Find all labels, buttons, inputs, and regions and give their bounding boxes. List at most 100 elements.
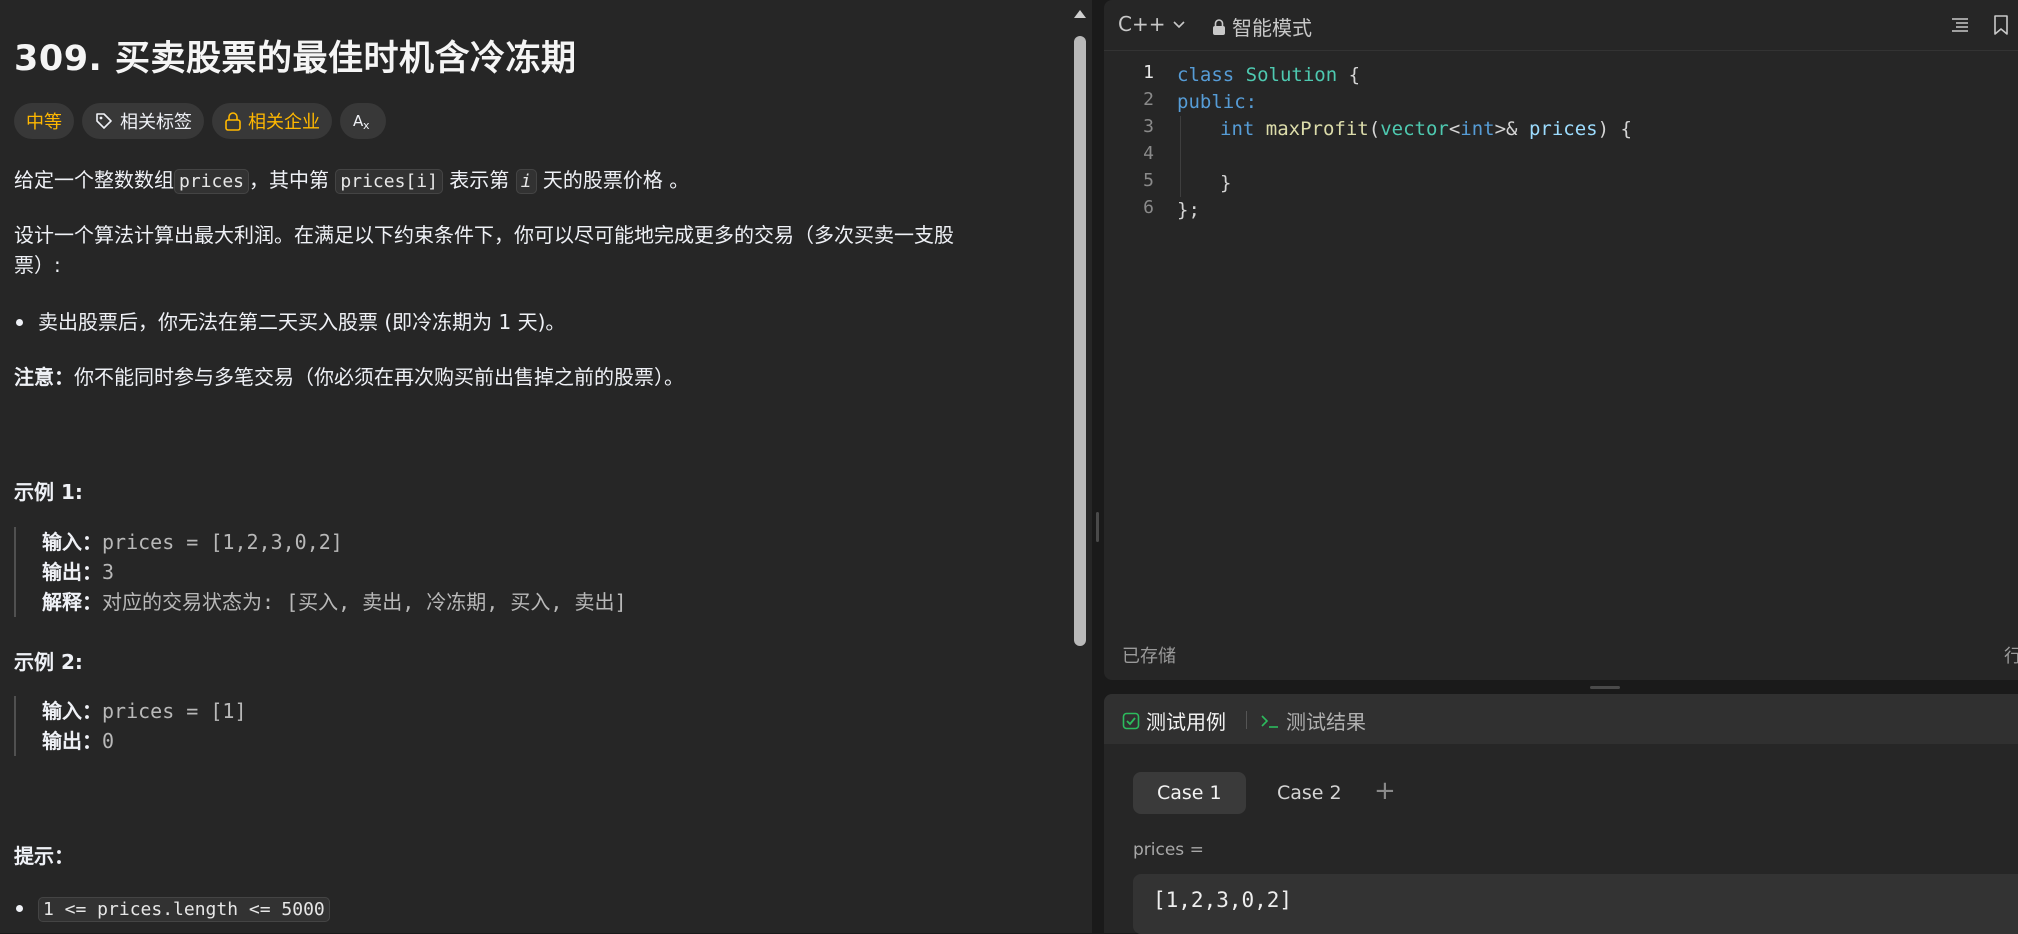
param-label: prices =	[1133, 840, 1204, 860]
hints-heading: 提示：	[14, 844, 74, 868]
desc1-text-d: 天的股票价格 。	[536, 168, 690, 192]
line-number: 6	[1143, 197, 1154, 218]
description-paragraph-2-line-1: 设计一个算法计算出最大利润。在满足以下约束条件下，你可以尽可能地完成更多的交易（…	[14, 223, 954, 247]
testcase-panel: 测试用例 测试结果 Case 1 Case 2 + prices = [1,2,…	[1104, 694, 2018, 934]
horizontal-panel-splitter[interactable]	[1104, 680, 2018, 694]
example-2-output: 输出：0	[42, 726, 247, 756]
difficulty-label: 中等	[26, 112, 62, 133]
note-paragraph: 注意：你不能同时参与多笔交易（你必须在再次购买前出售掉之前的股票）。	[14, 362, 684, 392]
example-1-input: 输入：prices = [1,2,3,0,2]	[42, 527, 627, 557]
output-label: 输出：	[42, 729, 102, 753]
bullet-dot	[16, 905, 23, 912]
example-2-block: 输入：prices = [1] 输出：0	[14, 696, 247, 756]
code-line-1: class Solution {	[1177, 62, 1360, 89]
output-label: 输出：	[42, 560, 102, 584]
topics-tag-label: 相关标签	[120, 112, 192, 133]
bullet-dot	[16, 319, 23, 326]
code-token: int	[1220, 118, 1255, 140]
param-value[interactable]: [1,2,3,0,2]	[1153, 888, 1292, 912]
desc1-text-a: 给定一个整数数组	[14, 168, 174, 192]
tag-icon	[96, 113, 112, 129]
output-value: 0	[102, 729, 115, 753]
example-1-output: 输出：3	[42, 557, 627, 587]
tab-test-result-label: 测试结果	[1286, 710, 1366, 734]
input-label: 输入：	[42, 530, 102, 554]
tab-test-result[interactable]: 测试结果	[1260, 706, 1366, 735]
tab-divider	[1246, 711, 1247, 729]
example-2-heading: 示例 2:	[14, 650, 83, 674]
param-input[interactable]: [1,2,3,0,2]	[1133, 874, 2018, 934]
chevron-down-icon	[1173, 21, 1186, 29]
constraint-bullet-1: 卖出股票后，你无法在第二天买入股票 (即冷冻期为 1 天)。	[38, 310, 566, 334]
note-label: 注意：	[14, 365, 74, 389]
example-1-heading: 示例 1:	[14, 480, 83, 504]
smart-mode-label: 智能模式	[1232, 16, 1312, 40]
note-text: 你不能同时参与多笔交易（你必须在再次购买前出售掉之前的股票）。	[74, 365, 684, 389]
add-case-button[interactable]: +	[1374, 776, 1396, 806]
splitter-grip-icon[interactable]	[1096, 512, 1099, 542]
line-number: 5	[1143, 170, 1154, 191]
hint-1: 1 <= prices.length <= 5000	[38, 893, 330, 925]
explanation-value: 对应的交易状态为: [买入, 卖出, 冷冻期, 买入, 卖出]	[102, 590, 627, 614]
smart-mode-toggle[interactable]: 智能模式	[1212, 12, 1312, 41]
code-token: >&	[1494, 118, 1529, 140]
scroll-up-arrow-icon[interactable]	[1074, 10, 1086, 18]
input-label: 输入：	[42, 699, 102, 723]
line-number: 1	[1143, 62, 1154, 83]
saved-status: 已存储	[1122, 646, 1176, 667]
companies-tag-label: 相关企业	[248, 112, 320, 133]
input-value: prices = [1]	[102, 699, 247, 723]
line-number: 3	[1143, 116, 1154, 137]
language-selector[interactable]: C++	[1118, 12, 1187, 36]
problem-title[interactable]: 309. 买卖股票的最佳时机含冷冻期	[14, 30, 577, 81]
checkbox-checked-icon	[1122, 712, 1140, 729]
line-number: 4	[1143, 143, 1154, 164]
lock-icon	[1213, 18, 1225, 35]
code-token: <	[1448, 118, 1461, 140]
editor-toolbar: C++ 智能模式	[1104, 0, 2018, 51]
language-label: C++	[1118, 12, 1166, 36]
code-line-5: }	[1220, 172, 1232, 194]
lock-icon	[225, 112, 241, 131]
translate-icon: A x	[353, 112, 370, 131]
code-line-3: int maxProfit(vector<int>& prices) {	[1220, 116, 1632, 143]
code-token: maxProfit	[1265, 118, 1369, 140]
case-2-tab[interactable]: Case 2	[1253, 772, 1366, 814]
splitter-grip-icon[interactable]	[1590, 686, 1620, 689]
inline-code-prices: prices	[174, 169, 250, 194]
description-paragraph-2-line-2: 票）:	[14, 253, 61, 277]
code-token: vector	[1380, 118, 1449, 140]
code-token: int	[1460, 118, 1495, 140]
inline-code-prices-i: prices[i]	[335, 169, 443, 194]
example-1-explanation: 解释：对应的交易状态为: [买入, 卖出, 冷冻期, 买入, 卖出]	[42, 587, 627, 617]
code-token: ) {	[1597, 118, 1632, 140]
format-code-icon[interactable]	[1950, 15, 1970, 35]
description-scrollbar-thumb[interactable]	[1074, 36, 1086, 646]
difficulty-badge: 中等	[14, 103, 74, 139]
problem-description-panel: 309. 买卖股票的最佳时机含冷冻期 中等 相关标签 相关企业 A x 给定一个…	[0, 0, 1069, 933]
case-1-tab[interactable]: Case 1	[1133, 772, 1246, 814]
cursor-position-label: 行	[2004, 646, 2018, 667]
problem-tags-row: 中等 相关标签 相关企业 A x	[14, 103, 386, 139]
code-token: {	[1337, 64, 1361, 86]
tab-testcase-label: 测试用例	[1146, 710, 1226, 734]
example-2-input: 输入：prices = [1]	[42, 696, 247, 726]
companies-tag-button[interactable]: 相关企业	[212, 103, 332, 139]
translate-button[interactable]: A x	[340, 103, 386, 139]
desc1-text-b: ，其中第	[249, 168, 336, 192]
line-number: 2	[1143, 89, 1154, 110]
indent-guide	[1180, 116, 1181, 197]
description-paragraph-1: 给定一个整数数组 prices ，其中第 prices[i] 表示第 i 天的股票价…	[14, 165, 689, 197]
code-token: (	[1368, 118, 1381, 140]
input-value: prices = [1,2,3,0,2]	[102, 530, 343, 554]
output-value: 3	[102, 560, 115, 584]
inline-code-i: i	[515, 169, 537, 194]
topics-tag-button[interactable]: 相关标签	[82, 103, 204, 139]
svg-text:x: x	[363, 119, 370, 131]
code-token: class	[1177, 64, 1235, 86]
vertical-panel-splitter[interactable]	[1092, 0, 1104, 933]
explanation-label: 解释：	[42, 590, 102, 614]
tab-testcase[interactable]: 测试用例	[1122, 706, 1226, 735]
bookmark-icon[interactable]	[1992, 14, 2010, 36]
desc1-text-c: 表示第	[442, 168, 516, 192]
